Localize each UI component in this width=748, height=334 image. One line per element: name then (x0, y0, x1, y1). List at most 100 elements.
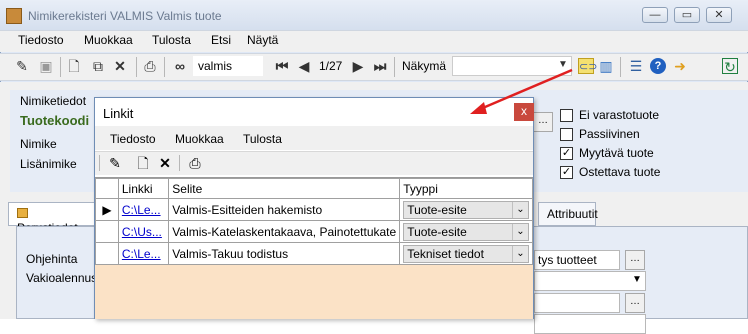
last-icon[interactable]: ⏭ (372, 58, 388, 74)
chevron-down-icon[interactable]: ⌄ (512, 223, 528, 240)
view-label: Näkymä (402, 59, 447, 73)
menu-tiedosto[interactable]: Tiedosto (18, 33, 64, 47)
product-group-select[interactable]: tys tuotteet (534, 250, 620, 270)
passive-checkbox[interactable] (560, 128, 573, 141)
purchasable-checkbox[interactable]: ✓ (560, 166, 573, 179)
edit-icon[interactable]: ✎ (14, 58, 30, 74)
table-row[interactable]: C:\Le... Valmis-Takuu todistus Tekniset … (95, 242, 533, 265)
type-cell[interactable]: Tekniset tiedot ⌄ (399, 242, 533, 265)
secondary-select[interactable] (534, 293, 620, 313)
toolbar-separator (164, 57, 165, 77)
print-icon[interactable]: ⎙ (142, 58, 158, 74)
view-select[interactable] (452, 56, 572, 76)
product-code-label: Tuotekoodi (20, 113, 90, 128)
dialog-menu-bar (95, 126, 533, 150)
toolbar-separator (136, 57, 137, 77)
description-cell[interactable]: Valmis-Takuu todistus (168, 242, 401, 265)
copy-icon[interactable]: ⧉ (90, 58, 106, 74)
new-icon[interactable]: 🗋 (66, 58, 82, 74)
list-icon[interactable]: ☰ (628, 58, 644, 74)
prev-icon[interactable]: ◀ (296, 58, 312, 74)
toolbar-separator (179, 155, 180, 171)
type-select-value: Tekniset tiedot (407, 246, 484, 261)
table-row[interactable]: C:\Us... Valmis-Katelaskentakaava, Paino… (95, 220, 533, 243)
new-icon[interactable]: 🗋 (135, 155, 151, 171)
menu-muokkaa[interactable]: Muokkaa (84, 33, 133, 47)
dialog-menu-muokkaa[interactable]: Muokkaa (175, 132, 224, 146)
column-header-link[interactable]: Linkki (117, 178, 170, 199)
chevron-down-icon[interactable]: ▼ (558, 59, 568, 70)
first-icon[interactable]: ⏮ (274, 58, 290, 74)
chevron-down-icon[interactable]: ⌄ (512, 245, 528, 262)
save-icon[interactable]: ▣ (38, 58, 54, 74)
help-icon[interactable]: ? (650, 58, 666, 74)
sellable-label: Myytävä tuote (579, 146, 654, 160)
tab-attributes[interactable]: Attribuutit (538, 202, 598, 226)
record-counter: 1/27 (319, 59, 343, 73)
dialog-menu-tulosta[interactable]: Tulosta (243, 132, 282, 146)
search-input[interactable]: valmis (193, 56, 263, 76)
link-cell[interactable]: C:\Us... (117, 220, 170, 243)
menu-etsi[interactable]: Etsi (211, 33, 231, 47)
link-cell[interactable]: C:\Le... (117, 198, 170, 221)
window-title: Nimikerekisteri VALMIS Valmis tuote (28, 9, 222, 23)
chevron-down-icon[interactable]: ⌄ (512, 201, 528, 218)
close-button[interactable]: ✕ (706, 7, 732, 23)
database-icon[interactable]: ▥ (598, 58, 614, 74)
tab-basic[interactable]: Perustiedot (8, 202, 98, 235)
dialog-close-button[interactable]: x (514, 103, 534, 121)
table-header-row: Linkki Selite Tyyppi (95, 178, 533, 199)
print-icon[interactable]: ⎙ (187, 155, 203, 171)
type-select[interactable]: Tekniset tiedot ⌄ (403, 244, 529, 263)
minimize-button[interactable]: — (642, 7, 668, 23)
menu-nayta[interactable]: Näytä (247, 33, 278, 47)
type-cell[interactable]: Tuote-esite ⌄ (399, 220, 533, 243)
description-cell[interactable]: Valmis-Katelaskentakaava, Painotettukate (168, 220, 401, 243)
type-select[interactable]: Tuote-esite ⌄ (403, 200, 529, 219)
delete-icon[interactable]: ✕ (157, 155, 173, 171)
file-link[interactable]: C:\Le... (122, 203, 161, 217)
browse-button[interactable]: … (533, 112, 553, 132)
links-table: Linkki Selite Tyyppi ▶ C:\Le... Valmis-E… (95, 178, 533, 265)
row-header (95, 242, 119, 265)
toolbar-separator (394, 57, 395, 77)
description-cell[interactable]: Valmis-Esitteiden hakemisto (168, 198, 401, 221)
dialog-menu-tiedosto[interactable]: Tiedosto (110, 132, 156, 146)
app-icon (6, 8, 22, 24)
purchasable-label: Ostettava tuote (579, 165, 661, 179)
file-link[interactable]: C:\Us... (122, 225, 162, 239)
delete-icon[interactable]: ✕ (112, 58, 128, 74)
type-cell[interactable]: Tuote-esite ⌄ (399, 198, 533, 221)
no-stock-label: Ei varastotuote (579, 108, 660, 122)
link-icon[interactable]: ⊂⊃ (578, 58, 597, 74)
guide-price-label: Ohjehinta (26, 252, 78, 266)
column-header-description[interactable]: Selite (168, 178, 401, 199)
extra-name-label: Lisänimike (20, 157, 77, 171)
product-group-browse-button[interactable]: … (625, 250, 645, 270)
table-row[interactable]: ▶ C:\Le... Valmis-Esitteiden hakemisto T… (95, 198, 533, 221)
dialog-title: Linkit (103, 106, 134, 121)
maximize-button[interactable]: ▭ (674, 7, 700, 23)
column-header-type[interactable]: Tyyppi (399, 178, 533, 199)
sellable-checkbox[interactable]: ✓ (560, 147, 573, 160)
type-select[interactable]: Tuote-esite ⌄ (403, 222, 529, 241)
row-header (95, 220, 119, 243)
type-select-value: Tuote-esite (407, 202, 467, 217)
next-icon[interactable]: ▶ (350, 58, 366, 74)
discount-label: Vakioalennus? (26, 271, 104, 285)
secondary-browse-button[interactable]: … (625, 293, 645, 313)
passive-label: Passiivinen (579, 127, 640, 141)
discount-select[interactable] (534, 271, 646, 291)
tertiary-select[interactable] (534, 314, 646, 334)
row-header-corner (95, 178, 119, 199)
menu-tulosta[interactable]: Tulosta (152, 33, 191, 47)
export-icon[interactable]: ➜ (672, 58, 688, 74)
refresh-icon[interactable]: ↻ (722, 58, 738, 75)
binoculars-icon[interactable]: ∞ (172, 58, 188, 74)
file-link[interactable]: C:\Le... (122, 247, 161, 261)
edit-icon[interactable]: ✎ (107, 155, 123, 171)
no-stock-checkbox[interactable] (560, 109, 573, 122)
current-row-indicator: ▶ (95, 198, 119, 221)
link-cell[interactable]: C:\Le... (117, 242, 170, 265)
chevron-down-icon[interactable]: ▼ (632, 274, 642, 285)
